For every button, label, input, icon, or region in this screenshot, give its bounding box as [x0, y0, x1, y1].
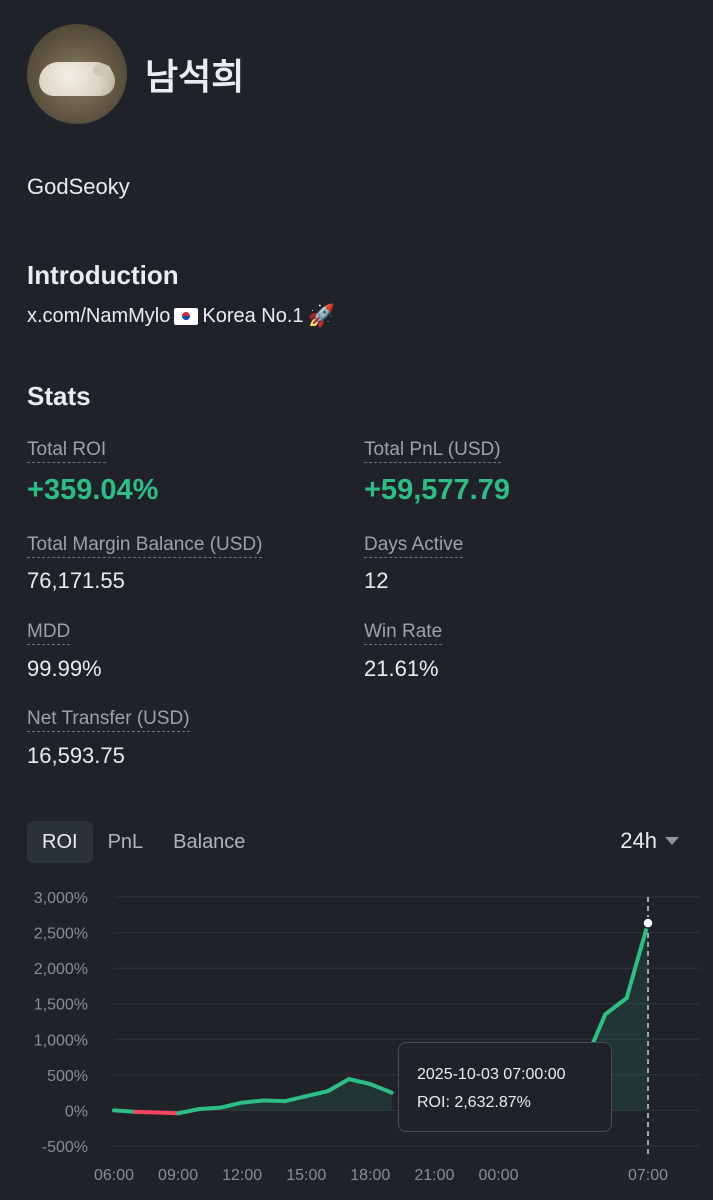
- introduction-title: Introduction: [27, 260, 179, 290]
- series-line-segment: [197, 1105, 223, 1112]
- x-tick-label: 09:00: [158, 1167, 198, 1184]
- highlight-point: [642, 917, 654, 929]
- tab-pnl[interactable]: PnL: [93, 821, 159, 863]
- avatar[interactable]: [27, 24, 127, 124]
- mdd-value: 99.99%: [27, 656, 102, 681]
- rocket-icon: 🚀: [307, 303, 335, 328]
- y-tick-label: 3,000%: [34, 890, 88, 907]
- y-tick-label: 2,000%: [34, 961, 88, 978]
- series-line-segment: [240, 1098, 266, 1105]
- introduction-text: x.com/NamMylo Korea No.1 🚀: [27, 303, 335, 329]
- tab-roi[interactable]: ROI: [27, 821, 93, 863]
- margin-balance-label[interactable]: Total Margin Balance (USD): [27, 534, 263, 558]
- korea-flag-icon: [174, 307, 199, 325]
- series-line-segment: [112, 1108, 138, 1114]
- y-tick-label: 1,000%: [34, 1032, 88, 1049]
- x-tick-label: 06:00: [94, 1167, 134, 1184]
- chevron-down-icon: [665, 837, 679, 845]
- y-tick-label: -500%: [42, 1139, 88, 1156]
- series-line-segment: [261, 1098, 287, 1104]
- avatar-dog-ear: [93, 64, 111, 76]
- total-pnl-value: +59,577.79: [364, 474, 510, 506]
- win-rate-value: 21.61%: [364, 656, 439, 681]
- series-line-segment: [154, 1110, 181, 1116]
- introduction-text-after-flag: Korea No.1: [202, 304, 304, 327]
- net-transfer-label[interactable]: Net Transfer (USD): [27, 708, 190, 732]
- profile-handle: GodSeoky: [27, 174, 130, 199]
- y-tick-label: 500%: [47, 1068, 88, 1085]
- win-rate-label[interactable]: Win Rate: [364, 621, 443, 645]
- total-pnl-label[interactable]: Total PnL (USD): [364, 439, 501, 463]
- days-active-value: 12: [364, 568, 389, 593]
- x-tick-label: 21:00: [414, 1167, 454, 1184]
- x-tick-label: 07:00: [628, 1167, 668, 1184]
- profile-name: 남석희: [145, 57, 245, 98]
- introduction-link[interactable]: x.com/NamMylo: [27, 305, 170, 328]
- x-tick-label: 12:00: [222, 1167, 262, 1184]
- x-tick-label: 18:00: [350, 1167, 390, 1184]
- days-active-label[interactable]: Days Active: [364, 534, 464, 558]
- tab-balance[interactable]: Balance: [158, 821, 260, 863]
- mdd-label[interactable]: MDD: [27, 621, 71, 645]
- tooltip-value: ROI: 2,632.87%: [417, 1094, 531, 1111]
- series-line-segment: [176, 1107, 202, 1116]
- chart-tabs: ROI PnL Balance: [27, 821, 260, 863]
- series-area: [114, 1079, 392, 1111]
- chart-tooltip: 2025-10-03 07:00:00 ROI: 2,632.87%: [398, 1042, 612, 1132]
- y-tick-label: 0%: [65, 1103, 88, 1120]
- tooltip-time: 2025-10-03 07:00:00: [417, 1066, 566, 1083]
- roi-chart[interactable]: 3,000% 2,500% 2,000% 1,500% 1,000% 500% 0% -500…: [0, 880, 713, 1200]
- stats-title: Stats: [27, 381, 91, 411]
- y-tick-label: 2,500%: [34, 926, 88, 943]
- total-roi-label[interactable]: Total ROI: [27, 439, 107, 463]
- range-select[interactable]: 24h: [620, 828, 679, 854]
- series-line-segment: [133, 1109, 159, 1115]
- x-tick-label: 15:00: [286, 1167, 326, 1184]
- y-tick-label: 1,500%: [34, 997, 88, 1014]
- range-label: 24h: [620, 828, 657, 853]
- total-roi-value: +359.04%: [27, 474, 159, 506]
- margin-balance-value: 76,171.55: [27, 568, 125, 593]
- net-transfer-value: 16,593.75: [27, 743, 125, 768]
- x-tick-label: 00:00: [478, 1167, 518, 1184]
